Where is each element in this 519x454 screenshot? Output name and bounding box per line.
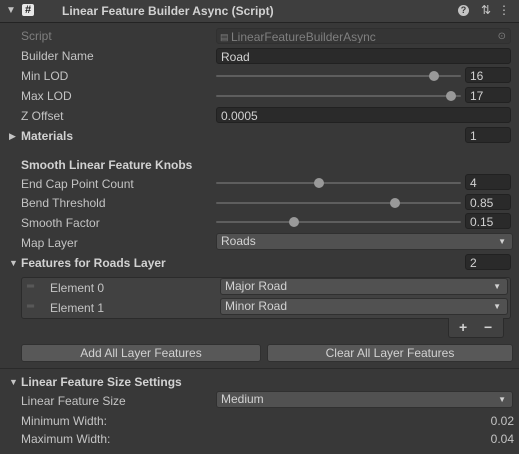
materials-label[interactable]: Materials (21, 129, 73, 143)
element-0-label: Element 0 (50, 281, 105, 295)
element-1-value: Minor Road (225, 299, 288, 313)
collapse-arrow-icon[interactable]: ▼ (6, 5, 16, 16)
size-foldout-icon[interactable]: ▼ (9, 377, 18, 387)
max-lod-input[interactable]: 17 (465, 87, 511, 103)
min-lod-slider[interactable] (216, 68, 461, 84)
add-all-layer-features-button[interactable]: Add All Layer Features (21, 344, 261, 362)
materials-count-input[interactable]: 1 (465, 127, 511, 143)
bend-threshold-input[interactable]: 0.85 (465, 194, 511, 210)
features-section-title[interactable]: Features for Roads Layer (21, 256, 166, 270)
list-footer: + − (448, 318, 504, 338)
min-lod-label: Min LOD (21, 69, 69, 83)
element-1-dropdown[interactable]: Minor Road ▼ (220, 298, 508, 315)
script-label: Script (21, 29, 52, 43)
script-hash-icon[interactable]: # (22, 4, 34, 16)
drag-handle-icon[interactable]: ═ (27, 301, 34, 312)
min-lod-slider-thumb[interactable] (429, 71, 440, 81)
end-cap-label: End Cap Point Count (21, 177, 134, 191)
end-cap-input[interactable]: 4 (465, 174, 511, 190)
max-width-label: Maximum Width: (21, 432, 111, 446)
bend-threshold-slider[interactable] (216, 195, 461, 211)
remove-element-button[interactable]: − (484, 319, 492, 335)
bend-threshold-slider-thumb[interactable] (389, 198, 400, 208)
context-menu-icon[interactable]: ⋮ (497, 3, 511, 17)
max-lod-label: Max LOD (21, 89, 72, 103)
chevron-down-icon: ▼ (498, 395, 506, 404)
feature-size-dropdown[interactable]: Medium ▼ (216, 391, 513, 408)
map-layer-dropdown[interactable]: Roads ▼ (216, 233, 513, 250)
max-lod-slider[interactable] (216, 88, 461, 104)
element-0-dropdown[interactable]: Major Road ▼ (220, 278, 508, 295)
end-cap-slider-thumb[interactable] (313, 178, 324, 188)
max-lod-slider-thumb[interactable] (446, 91, 457, 101)
z-offset-input[interactable]: 0.0005 (216, 107, 511, 123)
end-cap-slider[interactable] (216, 175, 461, 191)
min-width-value: 0.02 (490, 414, 514, 428)
feature-size-value: Medium (221, 392, 264, 406)
map-layer-label: Map Layer (21, 236, 78, 250)
size-section-title[interactable]: Linear Feature Size Settings (21, 375, 182, 389)
smooth-factor-input[interactable]: 0.15 (465, 213, 511, 229)
component-header[interactable]: ▼ # Linear Feature Builder Async (Script… (0, 0, 519, 23)
script-file-icon: ▤ (220, 32, 229, 42)
chevron-down-icon: ▼ (498, 237, 506, 246)
drag-handle-icon[interactable]: ═ (27, 281, 34, 292)
feature-size-label: Linear Feature Size (21, 394, 126, 408)
section-divider (0, 368, 519, 369)
z-offset-label: Z Offset (21, 109, 64, 123)
element-1-label: Element 1 (50, 301, 105, 315)
object-picker-icon[interactable]: ⊙ (498, 29, 506, 43)
clear-all-layer-features-button[interactable]: Clear All Layer Features (267, 344, 513, 362)
knobs-section-title: Smooth Linear Feature Knobs (21, 158, 193, 172)
smooth-factor-slider[interactable] (216, 214, 461, 230)
features-foldout-icon[interactable]: ▼ (9, 258, 18, 268)
smooth-factor-label: Smooth Factor (21, 216, 100, 230)
min-lod-input[interactable]: 16 (465, 67, 511, 83)
materials-foldout-icon[interactable]: ▶ (9, 131, 16, 142)
script-value: LinearFeatureBuilderAsync (231, 30, 376, 44)
bend-threshold-label: Bend Threshold (21, 196, 106, 210)
presets-icon[interactable]: ⇅ (479, 3, 493, 17)
features-count-input[interactable]: 2 (465, 254, 511, 270)
builder-name-input[interactable]: Road (216, 48, 511, 64)
map-layer-value: Roads (221, 234, 256, 248)
add-element-button[interactable]: + (459, 319, 467, 335)
component-title: Linear Feature Builder Async (Script) (62, 4, 274, 18)
help-icon[interactable]: ? (458, 5, 469, 16)
smooth-factor-slider-thumb[interactable] (289, 217, 300, 227)
max-width-value: 0.04 (490, 432, 514, 446)
script-field[interactable]: ▤ LinearFeatureBuilderAsync ⊙ (216, 28, 511, 44)
builder-name-label: Builder Name (21, 49, 94, 63)
min-width-label: Minimum Width: (21, 414, 108, 428)
chevron-down-icon: ▼ (493, 282, 501, 291)
chevron-down-icon: ▼ (493, 302, 501, 311)
element-0-value: Major Road (225, 279, 288, 293)
